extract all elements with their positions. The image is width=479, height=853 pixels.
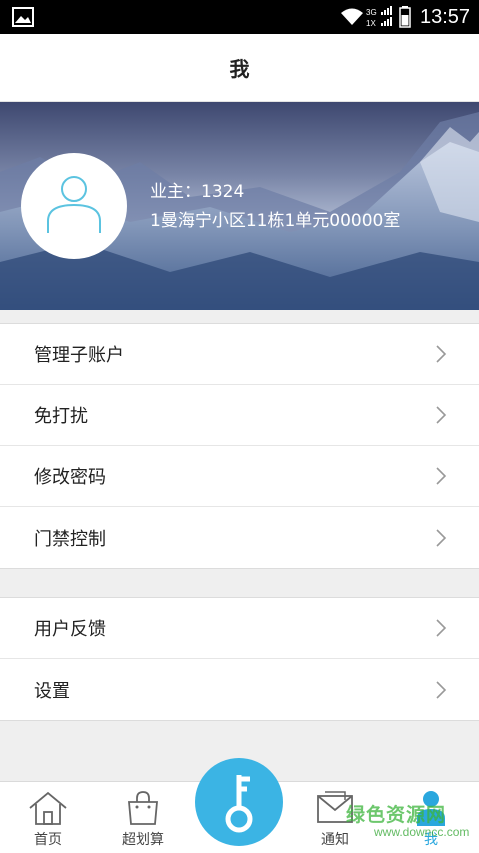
chevron-right-icon	[436, 406, 447, 424]
nav-label: 超划算	[122, 832, 164, 848]
menu-item-label: 免打扰	[34, 406, 88, 427]
avatar[interactable]	[21, 153, 127, 259]
address: 1曼海宁小区11栋1单元00000室	[150, 211, 401, 231]
menu-item-access-control[interactable]: 门禁控制	[0, 507, 479, 568]
nav-item-notifications[interactable]: 通知	[295, 782, 375, 853]
menu-group-account: 管理子账户 免打扰 修改密码 门禁控制	[0, 323, 479, 569]
chevron-right-icon	[436, 528, 447, 547]
clock: 13:57	[420, 6, 471, 28]
menu-item-label: 设置	[34, 680, 70, 702]
menu-item-change-password[interactable]: 修改密码	[0, 446, 479, 507]
menu-item-manage-sub-accounts[interactable]: 管理子账户	[0, 324, 479, 385]
owner-line: 业主： 1324	[150, 180, 400, 204]
chevron-right-icon	[436, 467, 447, 485]
nav-label: 通知	[321, 832, 349, 848]
title-bar: 我	[0, 34, 479, 102]
home-icon	[29, 791, 67, 825]
menu-item-feedback[interactable]: 用户反馈	[0, 598, 479, 659]
network-type-label: 3G	[366, 8, 377, 17]
wifi-icon	[341, 8, 363, 25]
battery-icon	[399, 6, 411, 28]
gallery-icon	[12, 7, 34, 27]
nav-item-me[interactable]: 我	[391, 782, 471, 853]
signal-icon: 3G 1X	[366, 6, 392, 28]
menu-item-do-not-disturb[interactable]: 免打扰	[0, 385, 479, 446]
profile-info: 业主： 1324 1曼海宁小区11栋1单元00000室	[150, 180, 400, 234]
owner-label: 业主：	[150, 182, 201, 202]
shopping-bag-icon	[128, 791, 158, 825]
profile-banner: 业主： 1324 1曼海宁小区11栋1单元00000室	[0, 102, 479, 310]
nav-item-home[interactable]: 首页	[8, 782, 88, 853]
menu-group-other: 用户反馈 设置	[0, 597, 479, 721]
nav-label: 我	[424, 832, 438, 848]
chevron-right-icon	[436, 345, 447, 363]
network-type-label-2: 1X	[366, 19, 376, 28]
nav-item-deals[interactable]: 超划算	[103, 782, 183, 853]
menu-item-label: 管理子账户	[34, 345, 124, 366]
page-title: 我	[229, 57, 250, 81]
menu-item-label: 用户反馈	[34, 619, 106, 640]
menu-item-label: 门禁控制	[34, 528, 106, 550]
mail-icon	[317, 791, 353, 823]
chevron-right-icon	[436, 680, 447, 699]
menu-item-settings[interactable]: 设置	[0, 659, 479, 720]
menu-item-label: 修改密码	[34, 467, 106, 488]
person-icon	[47, 176, 101, 233]
nav-label: 首页	[34, 832, 62, 848]
owner-id: 1324	[201, 182, 245, 202]
chevron-right-icon	[436, 619, 447, 637]
key-icon	[225, 775, 253, 833]
person-icon	[417, 791, 445, 826]
unlock-key-button[interactable]	[195, 758, 283, 846]
status-bar: 3G 1X 13:57	[0, 0, 479, 34]
